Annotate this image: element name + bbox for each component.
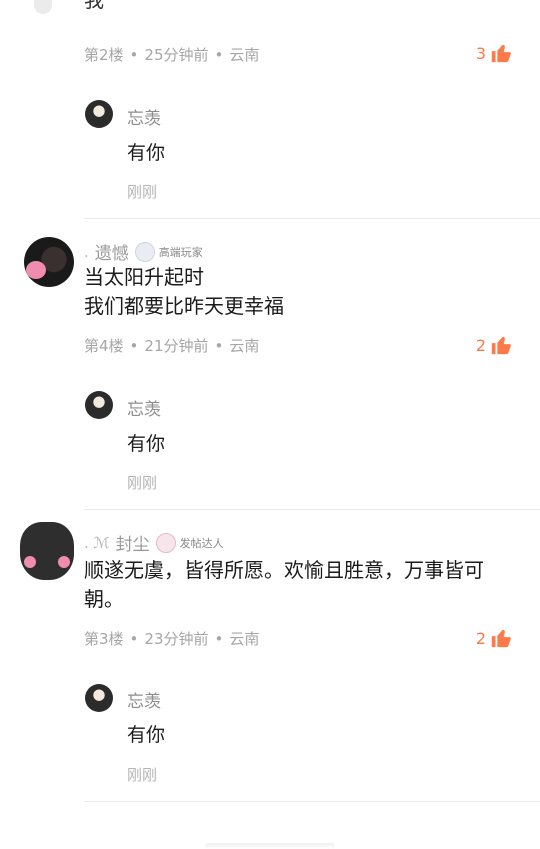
reply-avatar[interactable]: [85, 684, 113, 712]
commenter-name[interactable]: . 遗憾 高端玩家: [84, 239, 203, 264]
like-count: 3: [475, 43, 486, 63]
commenter-avatar[interactable]: [24, 237, 74, 287]
reply-text: 有你: [127, 433, 166, 455]
reply-author[interactable]: 忘羡: [127, 104, 161, 129]
thumbs-up-icon: [491, 629, 511, 648]
reply-text: 有你: [127, 724, 166, 746]
reply-time: 刚刚: [127, 766, 158, 784]
like-button[interactable]: 2: [476, 334, 512, 356]
comment-meta: 第4楼 • 21分钟前 • 云南: [84, 337, 260, 355]
like-button[interactable]: 2: [476, 627, 512, 649]
reply-avatar[interactable]: [85, 391, 113, 419]
reply-text: 有你: [127, 142, 166, 164]
commenter-name[interactable]: . ℳ 封尘 发帖达人: [84, 530, 224, 555]
badge-icon: [134, 241, 155, 262]
footer-hint: [205, 843, 335, 849]
comment-meta: 第2楼 • 25分钟前 • 云南: [84, 46, 260, 64]
reply-avatar[interactable]: [85, 100, 113, 128]
commenter-avatar[interactable]: [20, 522, 74, 580]
reply-author[interactable]: 忘羡: [127, 395, 161, 420]
like-button[interactable]: 3: [476, 42, 512, 64]
user-badge: 发帖达人: [155, 532, 224, 553]
comment-meta: 第3楼 • 23分钟前 • 云南: [84, 630, 260, 648]
comment-text: 顺遂无虞，皆得所愿。欢愉且胜意，万事皆可 朝。: [84, 558, 484, 611]
reply-author[interactable]: 忘羡: [127, 687, 161, 712]
like-count: 2: [475, 335, 486, 355]
reply-time: 刚刚: [127, 183, 158, 201]
comment-text: 当太阳升起时 我们都要比昨天更幸福: [84, 265, 284, 318]
thumbs-up-icon: [491, 44, 511, 63]
thumbs-up-icon: [491, 336, 511, 355]
avatar-partial: [34, 0, 52, 14]
reply-time: 刚刚: [127, 474, 158, 492]
badge-icon: [155, 532, 176, 553]
comment-2: . 遗憾 高端玩家 当太阳升起时 我们都要比昨天更幸福 第4楼 • 21分钟前 • 云南 …: [0, 219, 540, 509]
comment-3: . ℳ 封尘 发帖达人 顺遂无虞，皆得所愿。欢愉且胜意，万事皆可 朝。 第3楼 • 2…: [0, 510, 540, 801]
divider: [84, 801, 540, 802]
like-count: 2: [475, 628, 486, 648]
comment-text: 我: [84, 0, 434, 15]
user-badge: 高端玩家: [134, 241, 203, 262]
comment-1: 我 第2楼 • 25分钟前 • 云南 3 忘羡 有你 刚刚: [0, 0, 540, 218]
